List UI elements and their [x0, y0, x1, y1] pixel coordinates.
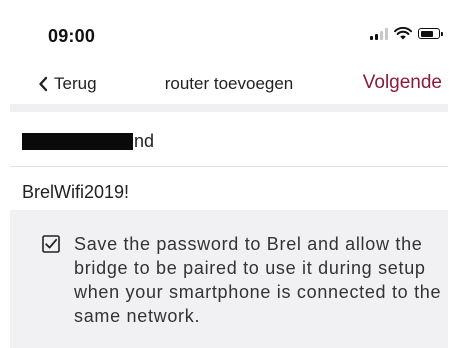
cellular-signal-icon [370, 27, 388, 40]
field-divider [10, 166, 448, 167]
next-button[interactable]: Volgende [363, 72, 442, 94]
save-password-option: Save the password to Brel and allow the … [10, 210, 448, 348]
save-password-text: Save the password to Brel and allow the … [74, 234, 442, 326]
status-icons [370, 27, 443, 40]
network-name-value: nd [134, 130, 155, 151]
wifi-icon [394, 27, 412, 40]
checkbox-checked-icon[interactable] [42, 235, 60, 253]
section-divider [10, 104, 448, 112]
password-field[interactable]: BrelWifi2019! [22, 182, 129, 203]
navigation-bar: Terug router toevoegen Volgende [0, 70, 458, 100]
status-time: 09:00 [48, 26, 96, 46]
redaction-bar [22, 132, 133, 150]
battery-icon [418, 28, 443, 39]
network-name-field[interactable]: nd [22, 130, 154, 152]
